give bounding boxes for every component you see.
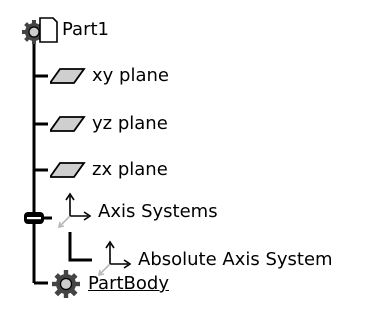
tree-node-label: Axis Systems — [98, 201, 218, 222]
plane-icon — [50, 158, 86, 182]
tree-node-label: Part1 — [62, 19, 109, 40]
expand-collapse-toggle[interactable] — [22, 208, 46, 228]
tree-node-label: PartBody — [88, 273, 169, 294]
tree-node-axis-systems[interactable]: Axis Systems — [54, 192, 218, 229]
plane-icon — [50, 112, 86, 136]
tree-node-label: yz plane — [92, 113, 168, 134]
plane-icon — [50, 64, 86, 88]
part-document-icon — [20, 16, 60, 44]
part-body-gear-icon — [48, 269, 84, 299]
tree-node-label: zx plane — [92, 159, 168, 180]
tree-node-zx-plane[interactable]: zx plane — [50, 156, 168, 184]
tree-node-label: Absolute Axis System — [138, 249, 333, 270]
tree-node-yz-plane[interactable]: yz plane — [50, 110, 168, 138]
specification-tree: Part1 xy plane yz plane zx plane Axis Sy… — [0, 0, 386, 327]
tree-node-root[interactable]: Part1 — [20, 16, 109, 44]
tree-node-label: xy plane — [92, 65, 169, 86]
tree-node-xy-plane[interactable]: xy plane — [50, 62, 169, 90]
axis-system-icon — [54, 192, 94, 232]
tree-node-partbody[interactable]: PartBody — [48, 270, 169, 298]
